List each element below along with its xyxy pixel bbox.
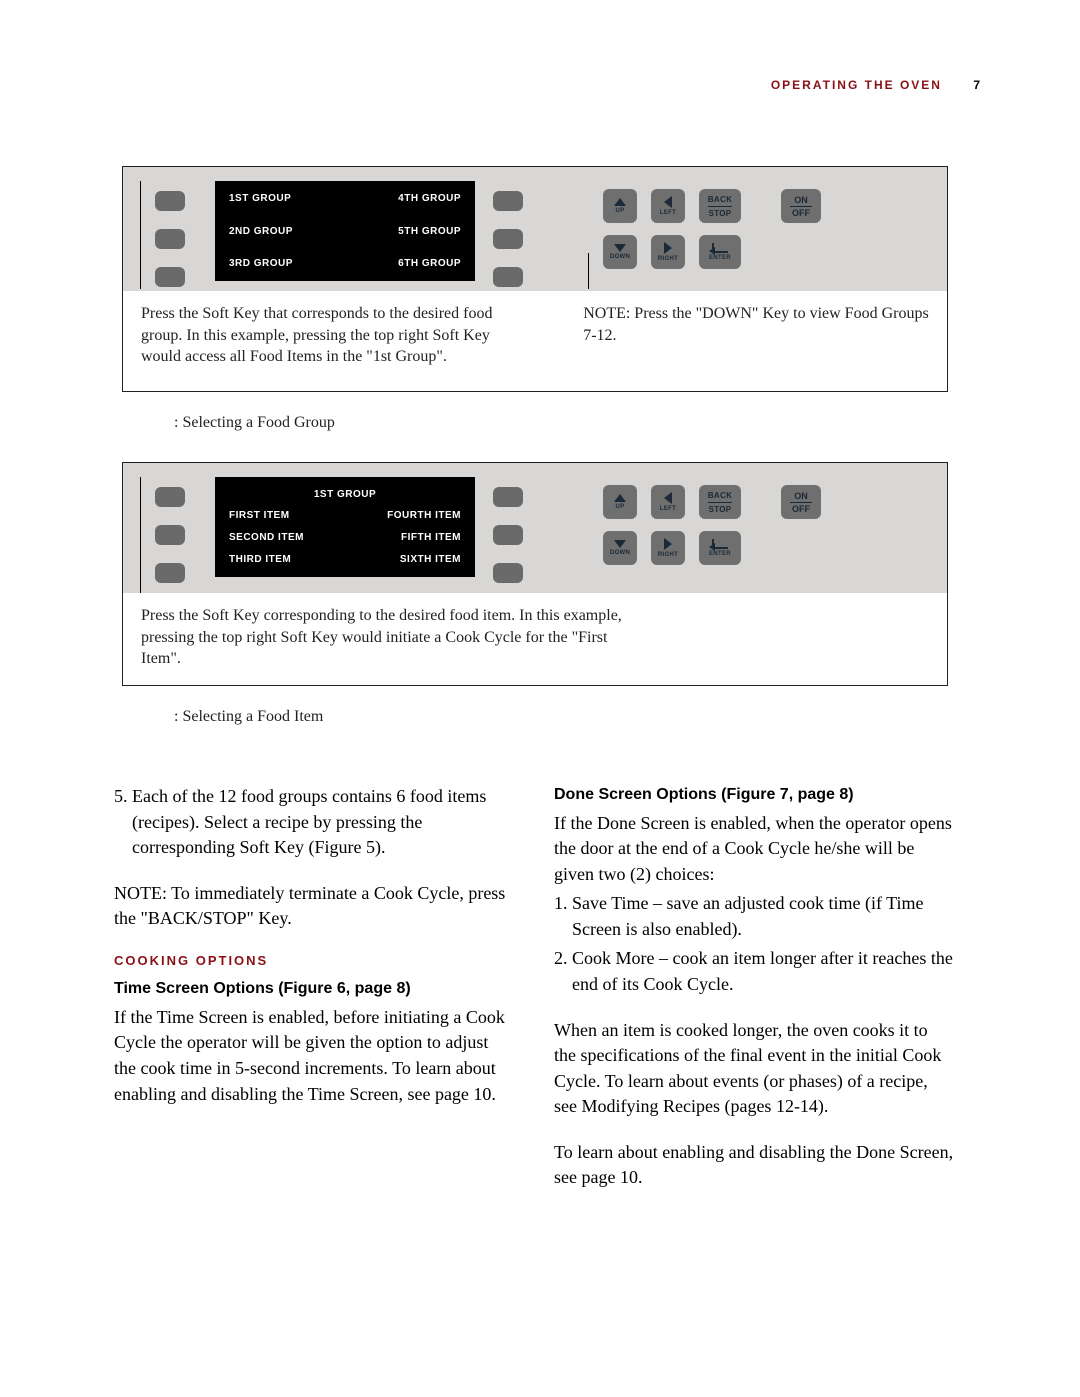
nav-pad: UP DOWN LEFT RIGHT BACKSTOP ENTER ONOFF (583, 183, 933, 293)
figure-1-caption: : Selecting a Food Group (174, 414, 335, 432)
lcd-text: FIRST ITEM (229, 510, 290, 521)
up-button[interactable]: UP (603, 189, 637, 223)
done-list-2: 2. Cook More – cook an item longer after… (554, 946, 954, 997)
divider-icon (708, 206, 732, 207)
step-5: 5. Each of the 12 food groups contains 6… (114, 784, 514, 861)
lcd-text: FOURTH ITEM (387, 510, 461, 521)
softkey-left-3[interactable] (155, 563, 185, 583)
lcd-text: 4TH GROUP (398, 193, 461, 204)
right-icon (664, 538, 672, 550)
left-icon (664, 196, 672, 208)
control-panel-2: 1ST GROUP FIRST ITEM FOURTH ITEM SECOND I… (123, 463, 947, 593)
right-button[interactable]: RIGHT (651, 235, 685, 269)
lcd-text: SIXTH ITEM (400, 554, 461, 565)
lcd-text: 3RD GROUP (229, 258, 293, 269)
right-column: Done Screen Options (Figure 7, page 8) I… (554, 784, 954, 1211)
up-icon (614, 494, 626, 502)
callout-line (140, 181, 141, 289)
softkey-left-2[interactable] (155, 229, 185, 249)
up-icon (614, 198, 626, 206)
lcd-text: THIRD ITEM (229, 554, 291, 565)
lcd-display-1: 1ST GROUP 4TH GROUP 2ND GROUP 5TH GROUP 3R… (215, 181, 475, 281)
softkey-left-2[interactable] (155, 525, 185, 545)
softkey-right-1[interactable] (493, 487, 523, 507)
divider-icon (790, 206, 812, 207)
softkey-right-3[interactable] (493, 563, 523, 583)
enter-button[interactable]: ENTER (699, 235, 741, 269)
figure-1-notes: Press the Soft Key that corresponds to t… (123, 291, 947, 382)
time-screen-para: If the Time Screen is enabled, before in… (114, 1005, 514, 1107)
cooking-options-heading: COOKING OPTIONS (114, 952, 514, 970)
callout-line (140, 477, 141, 593)
done-para-3: To learn about enabling and disabling th… (554, 1140, 954, 1191)
enter-button[interactable]: ENTER (699, 531, 741, 565)
page-number: 7 (973, 78, 982, 92)
down-icon (614, 244, 626, 252)
up-button[interactable]: UP (603, 485, 637, 519)
softkey-left-3[interactable] (155, 267, 185, 287)
down-button[interactable]: DOWN (603, 531, 637, 565)
done-screen-heading: Done Screen Options (Figure 7, page 8) (554, 784, 954, 807)
figure-1-note-left: Press the Soft Key that corresponds to t… (141, 303, 523, 368)
header-section: OPERATING THE OVEN (771, 78, 942, 92)
down-button[interactable]: DOWN (603, 235, 637, 269)
done-para-2: When an item is cooked longer, the oven … (554, 1018, 954, 1120)
nav-pad: UP DOWN LEFT RIGHT BACKSTOP ENTER ONOFF (583, 479, 933, 589)
lcd-text: FIFTH ITEM (401, 532, 461, 543)
control-panel-1: 1ST GROUP 4TH GROUP 2ND GROUP 5TH GROUP 3R… (123, 167, 947, 291)
callout-line (588, 253, 589, 289)
enter-icon (712, 539, 728, 549)
body-columns: 5. Each of the 12 food groups contains 6… (114, 784, 954, 1211)
right-icon (664, 242, 672, 254)
on-off-button[interactable]: ONOFF (781, 485, 821, 519)
left-button[interactable]: LEFT (651, 189, 685, 223)
softkey-right-2[interactable] (493, 229, 523, 249)
figure-2-note-left: Press the Soft Key corresponding to the … (141, 605, 651, 670)
down-icon (614, 540, 626, 548)
softkey-left-1[interactable] (155, 191, 185, 211)
figure-1-note-right: NOTE: Press the "DOWN" Key to view Food … (583, 303, 929, 368)
on-off-button[interactable]: ONOFF (781, 189, 821, 223)
figure-1-panel: 1ST GROUP 4TH GROUP 2ND GROUP 5TH GROUP 3R… (122, 166, 948, 392)
lcd-text: 2ND GROUP (229, 226, 293, 237)
lcd-text: SECOND ITEM (229, 532, 304, 543)
figure-2-caption: : Selecting a Food Item (174, 708, 323, 726)
divider-icon (708, 502, 732, 503)
done-list-1: 1. Save Time – save an adjusted cook tim… (554, 891, 954, 942)
figure-2-panel: 1ST GROUP FIRST ITEM FOURTH ITEM SECOND I… (122, 462, 948, 686)
note-terminate: NOTE: To immediately terminate a Cook Cy… (114, 881, 514, 932)
time-screen-heading: Time Screen Options (Figure 6, page 8) (114, 978, 514, 1001)
back-stop-button[interactable]: BACKSTOP (699, 189, 741, 223)
back-stop-button[interactable]: BACKSTOP (699, 485, 741, 519)
lcd-title: 1ST GROUP (229, 489, 461, 500)
done-screen-intro: If the Done Screen is enabled, when the … (554, 811, 954, 888)
left-icon (664, 492, 672, 504)
left-button[interactable]: LEFT (651, 485, 685, 519)
softkey-right-1[interactable] (493, 191, 523, 211)
lcd-display-2: 1ST GROUP FIRST ITEM FOURTH ITEM SECOND I… (215, 477, 475, 577)
enter-icon (712, 243, 728, 253)
divider-icon (790, 502, 812, 503)
lcd-text: 5TH GROUP (398, 226, 461, 237)
softkey-right-2[interactable] (493, 525, 523, 545)
left-column: 5. Each of the 12 food groups contains 6… (114, 784, 514, 1211)
softkey-left-1[interactable] (155, 487, 185, 507)
right-button[interactable]: RIGHT (651, 531, 685, 565)
figure-2-notes: Press the Soft Key corresponding to the … (123, 593, 947, 684)
softkey-right-3[interactable] (493, 267, 523, 287)
lcd-text: 1ST GROUP (229, 193, 291, 204)
page-header: OPERATING THE OVEN 7 (771, 78, 982, 92)
lcd-text: 6TH GROUP (398, 258, 461, 269)
